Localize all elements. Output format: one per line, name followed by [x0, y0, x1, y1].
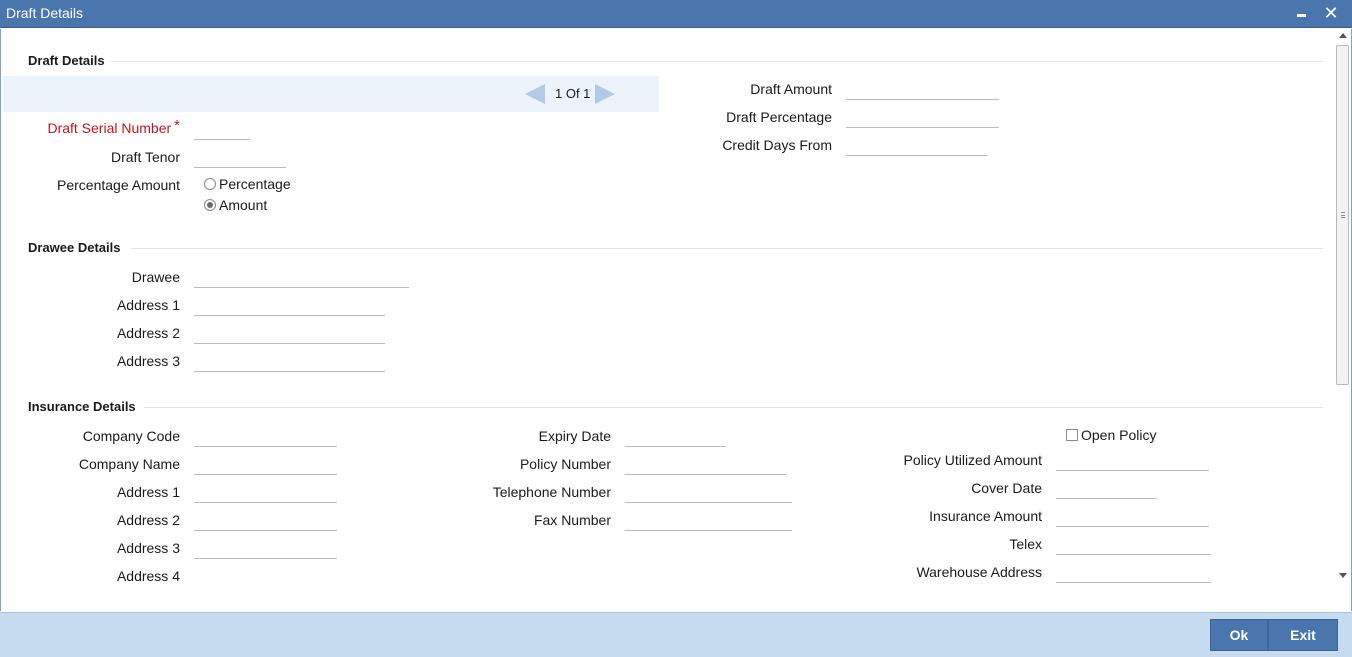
drawee-address2-label: Address 2 [116, 325, 180, 341]
percentage-amount-label: Percentage Amount [57, 177, 180, 193]
footer-bar: Ok Exit [0, 612, 1352, 657]
exit-button[interactable]: Exit [1268, 619, 1338, 651]
radio-circle-icon [204, 178, 216, 190]
policy-number-field[interactable] [625, 451, 786, 475]
drawee-address2-field[interactable] [194, 320, 385, 344]
ok-button[interactable]: Ok [1210, 619, 1268, 651]
section-title-drawee-details: Drawee Details [28, 240, 121, 255]
insurance-address4-label: Address 4 [116, 568, 180, 584]
company-name-label: Company Name [78, 456, 180, 472]
draft-serial-number-label: Draft Serial Number * [47, 117, 180, 136]
draft-tenor-label: Draft Tenor [111, 149, 180, 165]
pager-text: 1 Of 1 [555, 86, 591, 101]
drawee-address1-field[interactable] [194, 292, 385, 316]
company-code-label: Company Code [82, 428, 180, 444]
telephone-number-field[interactable] [625, 479, 792, 503]
fax-number-field[interactable] [625, 507, 792, 531]
section-title-draft-details: Draft Details [28, 53, 105, 68]
radio-amount[interactable]: Amount [204, 197, 267, 213]
window-title: Draft Details [6, 5, 84, 21]
policy-number-label: Policy Number [519, 456, 611, 472]
company-code-field[interactable] [194, 423, 337, 447]
insurance-amount-field[interactable] [1056, 503, 1209, 527]
policy-utilized-amount-field[interactable] [1056, 447, 1209, 471]
drawee-address3-label: Address 3 [116, 353, 180, 369]
credit-days-from-label: Credit Days From [722, 137, 832, 153]
pager-strip: 1 Of 1 [3, 76, 659, 112]
section-divider [144, 407, 1323, 408]
drawee-label: Drawee [131, 269, 180, 285]
draft-amount-label: Draft Amount [750, 81, 832, 97]
section-divider [131, 248, 1323, 249]
telex-field[interactable] [1056, 531, 1211, 555]
insurance-address1-field[interactable] [194, 479, 337, 503]
credit-days-from-field[interactable] [846, 132, 988, 156]
record-pager: 1 Of 1 [525, 83, 617, 105]
warehouse-address-field[interactable] [1056, 559, 1211, 583]
section-divider [111, 61, 1323, 62]
drawee-address1-label: Address 1 [116, 297, 180, 313]
scroll-down-arrow-icon[interactable] [1339, 573, 1347, 578]
drawee-address3-field[interactable] [194, 348, 385, 372]
drawee-field[interactable] [194, 264, 409, 288]
cover-date-field[interactable] [1056, 475, 1157, 499]
telex-label: Telex [1009, 536, 1042, 552]
checkbox-icon [1066, 429, 1078, 441]
insurance-address2-field[interactable] [194, 507, 337, 531]
telephone-number-label: Telephone Number [492, 484, 611, 500]
scroll-up-arrow-icon[interactable] [1339, 33, 1347, 38]
required-star: * [174, 117, 180, 134]
draft-serial-number-field[interactable] [194, 116, 250, 140]
warehouse-address-label: Warehouse Address [916, 564, 1042, 580]
insurance-address2-label: Address 2 [116, 512, 180, 528]
expiry-date-label: Expiry Date [538, 428, 611, 444]
minimize-icon[interactable] [1291, 2, 1313, 24]
section-title-insurance-details: Insurance Details [28, 399, 136, 414]
draft-percentage-field[interactable] [846, 104, 999, 128]
cover-date-label: Cover Date [971, 480, 1042, 496]
grip-icon [1341, 212, 1345, 218]
triangle-left-icon[interactable] [525, 84, 545, 104]
scrollbar-thumb[interactable] [1336, 45, 1349, 385]
company-name-field[interactable] [194, 451, 337, 475]
draft-tenor-field[interactable] [194, 144, 286, 168]
policy-utilized-amount-label: Policy Utilized Amount [903, 452, 1042, 468]
insurance-address1-label: Address 1 [116, 484, 180, 500]
close-icon[interactable]: ✕ [1320, 2, 1342, 24]
insurance-address3-label: Address 3 [116, 540, 180, 556]
expiry-date-field[interactable] [625, 423, 726, 447]
radio-circle-selected-icon [204, 199, 216, 211]
title-bar: Draft Details ✕ [0, 0, 1352, 28]
fax-number-label: Fax Number [533, 512, 611, 528]
vertical-scrollbar[interactable] [1335, 29, 1351, 587]
insurance-amount-label: Insurance Amount [929, 508, 1042, 524]
open-policy-checkbox[interactable]: Open Policy [1066, 427, 1156, 443]
draft-percentage-label: Draft Percentage [726, 109, 832, 125]
triangle-right-icon[interactable] [595, 84, 615, 104]
draft-amount-field[interactable] [846, 76, 999, 100]
insurance-address3-field[interactable] [194, 535, 337, 559]
radio-percentage[interactable]: Percentage [204, 176, 291, 192]
form-content: Draft Details 1 Of 1 Draft Serial Number… [0, 29, 1352, 611]
